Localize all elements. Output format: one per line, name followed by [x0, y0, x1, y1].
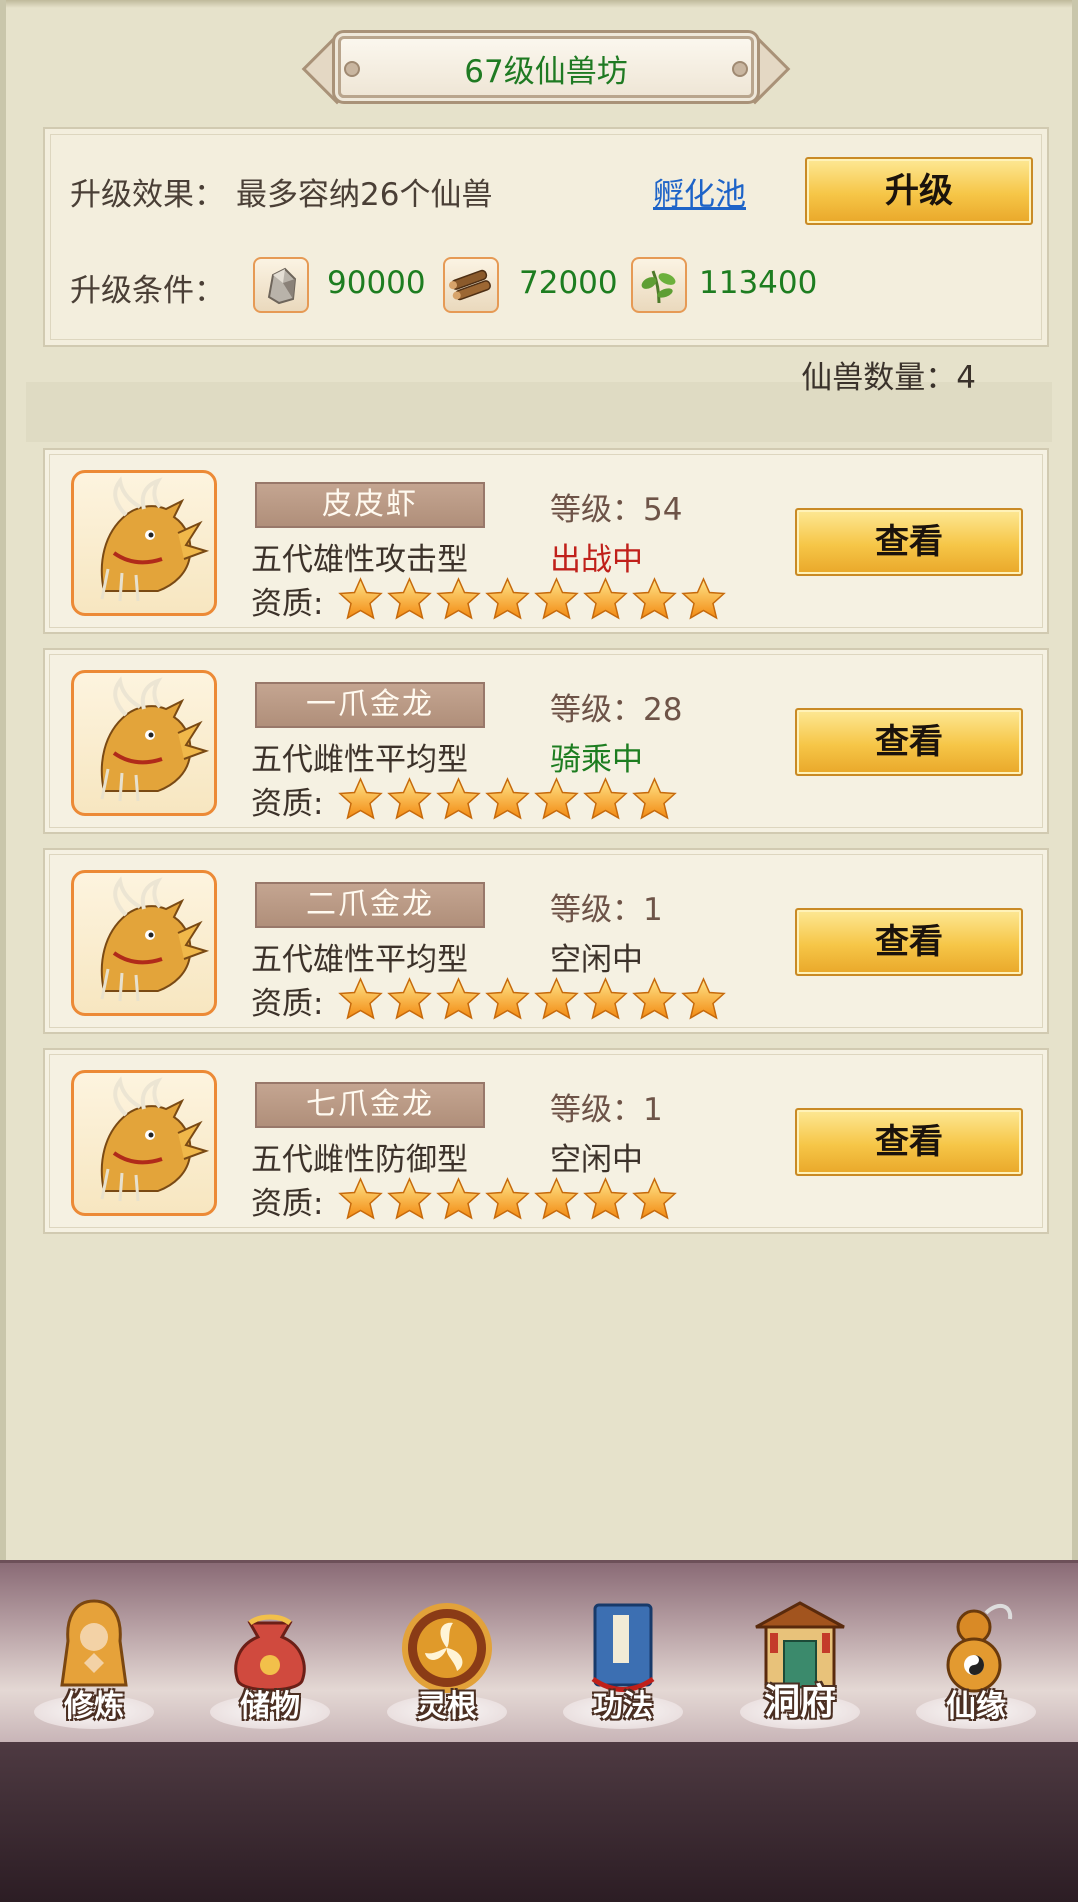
- beast-name: 二爪金龙: [255, 882, 485, 928]
- beast-row: 一爪金龙 等级：28 五代雌性平均型 骑乘中资质: 查看: [43, 648, 1049, 834]
- nav-label: 储物: [240, 1689, 300, 1724]
- star-icon: [338, 977, 383, 1021]
- beast-row: 二爪金龙 等级：1 五代雄性平均型 空闲中资质: 查看: [43, 848, 1049, 1034]
- page-title: 67级仙兽坊: [464, 54, 628, 90]
- quality-stars: [338, 777, 677, 821]
- beast-status: 空闲中: [550, 942, 643, 978]
- star-icon: [485, 577, 530, 621]
- star-icon: [485, 977, 530, 1021]
- beast-level: 等级：28: [550, 692, 683, 728]
- ore-icon: [253, 257, 309, 313]
- herb-icon: [631, 257, 687, 313]
- dragon-avatar-icon: [71, 470, 217, 616]
- view-button[interactable]: 查看: [795, 1108, 1023, 1176]
- quality-label: 资质:: [251, 586, 324, 622]
- beast-description: 五代雌性防御型: [251, 1142, 468, 1178]
- nav-item-仙缘[interactable]: 仙缘: [896, 1563, 1056, 1745]
- beast-description: 五代雄性平均型: [251, 942, 468, 978]
- star-icon: [436, 577, 481, 621]
- star-icon: [632, 777, 677, 821]
- nav-label: 洞府: [763, 1682, 836, 1723]
- view-button[interactable]: 查看: [795, 708, 1023, 776]
- nav-item-洞府[interactable]: 洞府: [720, 1563, 880, 1745]
- star-icon: [534, 977, 579, 1021]
- quality-stars: [338, 1177, 677, 1221]
- star-icon: [534, 1177, 579, 1221]
- beast-description: 五代雌性平均型: [251, 742, 468, 778]
- star-icon: [583, 1177, 628, 1221]
- star-icon: [436, 1177, 481, 1221]
- upgrade-button[interactable]: 升级: [805, 157, 1033, 225]
- beast-level: 等级：1: [550, 1092, 663, 1128]
- dragon-avatar-icon: [71, 670, 217, 816]
- beast-description: 五代雄性攻击型: [251, 542, 468, 578]
- nav-item-灵根[interactable]: 灵根: [367, 1563, 527, 1745]
- beast-level: 等级：54: [550, 492, 683, 528]
- quality-stars: [338, 977, 726, 1021]
- nav-label: 仙缘: [946, 1689, 1006, 1724]
- bottom-nav: 修炼 储物 灵根 功法 洞府 仙缘: [0, 1560, 1078, 1745]
- beast-name: 皮皮虾: [255, 482, 485, 528]
- star-icon: [387, 577, 432, 621]
- beast-name: 一爪金龙: [255, 682, 485, 728]
- star-icon: [338, 577, 383, 621]
- dragon-avatar-icon: [71, 870, 217, 1016]
- nav-label: 灵根: [417, 1689, 477, 1724]
- nav-label: 修炼: [64, 1689, 124, 1724]
- beast-name: 七爪金龙: [255, 1082, 485, 1128]
- star-icon: [583, 777, 628, 821]
- beast-row: 皮皮虾 等级：54 五代雄性攻击型 出战中资质: 查看: [43, 448, 1049, 634]
- nav-item-功法[interactable]: 功法: [543, 1563, 703, 1745]
- quality-stars: [338, 577, 726, 621]
- star-icon: [338, 1177, 383, 1221]
- star-icon: [338, 777, 383, 821]
- star-icon: [436, 777, 481, 821]
- quality-label: 资质:: [251, 1186, 324, 1222]
- cost-herb-value: 113400: [699, 265, 818, 301]
- star-icon: [485, 1177, 530, 1221]
- upgrade-condition-label: 升级条件：: [70, 273, 225, 309]
- quality-label: 资质:: [251, 986, 324, 1022]
- hatch-pool-link[interactable]: 孵化池: [653, 169, 746, 214]
- beast-level: 等级：1: [550, 892, 663, 928]
- upgrade-effect-label: 升级效果：: [70, 177, 225, 213]
- footer-area: [0, 1742, 1078, 1902]
- star-icon: [681, 977, 726, 1021]
- beast-status: 空闲中: [550, 1142, 643, 1178]
- beast-row: 七爪金龙 等级：1 五代雌性防御型 空闲中资质: 查看: [43, 1048, 1049, 1234]
- nav-label: 功法: [593, 1689, 653, 1724]
- beast-status: 出战中: [550, 542, 643, 578]
- star-icon: [534, 777, 579, 821]
- wood-icon: [443, 257, 499, 313]
- star-icon: [436, 977, 481, 1021]
- main-panel: 67级仙兽坊 升级效果： 最多容纳26个仙兽 孵化池 升级 升级条件： 9000…: [0, 0, 1078, 1560]
- star-icon: [681, 577, 726, 621]
- star-icon: [387, 1177, 432, 1221]
- star-icon: [387, 777, 432, 821]
- star-icon: [485, 777, 530, 821]
- upgrade-box: 升级效果： 最多容纳26个仙兽 孵化池 升级 升级条件： 90000 72000…: [43, 127, 1049, 347]
- quality-label: 资质:: [251, 786, 324, 822]
- star-icon: [632, 977, 677, 1021]
- star-icon: [387, 977, 432, 1021]
- star-icon: [632, 1177, 677, 1221]
- view-button[interactable]: 查看: [795, 908, 1023, 976]
- cost-wood-value: 72000: [519, 265, 618, 301]
- star-icon: [583, 977, 628, 1021]
- star-icon: [534, 577, 579, 621]
- nav-item-储物[interactable]: 储物: [190, 1563, 350, 1745]
- view-button[interactable]: 查看: [795, 508, 1023, 576]
- star-icon: [632, 577, 677, 621]
- dragon-avatar-icon: [71, 1070, 217, 1216]
- star-icon: [583, 577, 628, 621]
- nav-item-修炼[interactable]: 修炼: [14, 1563, 174, 1745]
- upgrade-effect-value: 最多容纳26个仙兽: [236, 177, 493, 213]
- cost-ore-value: 90000: [327, 265, 426, 301]
- beast-status: 骑乘中: [550, 742, 643, 778]
- beast-count: 仙兽数量：4: [801, 360, 976, 396]
- title-banner: 67级仙兽坊: [301, 32, 791, 105]
